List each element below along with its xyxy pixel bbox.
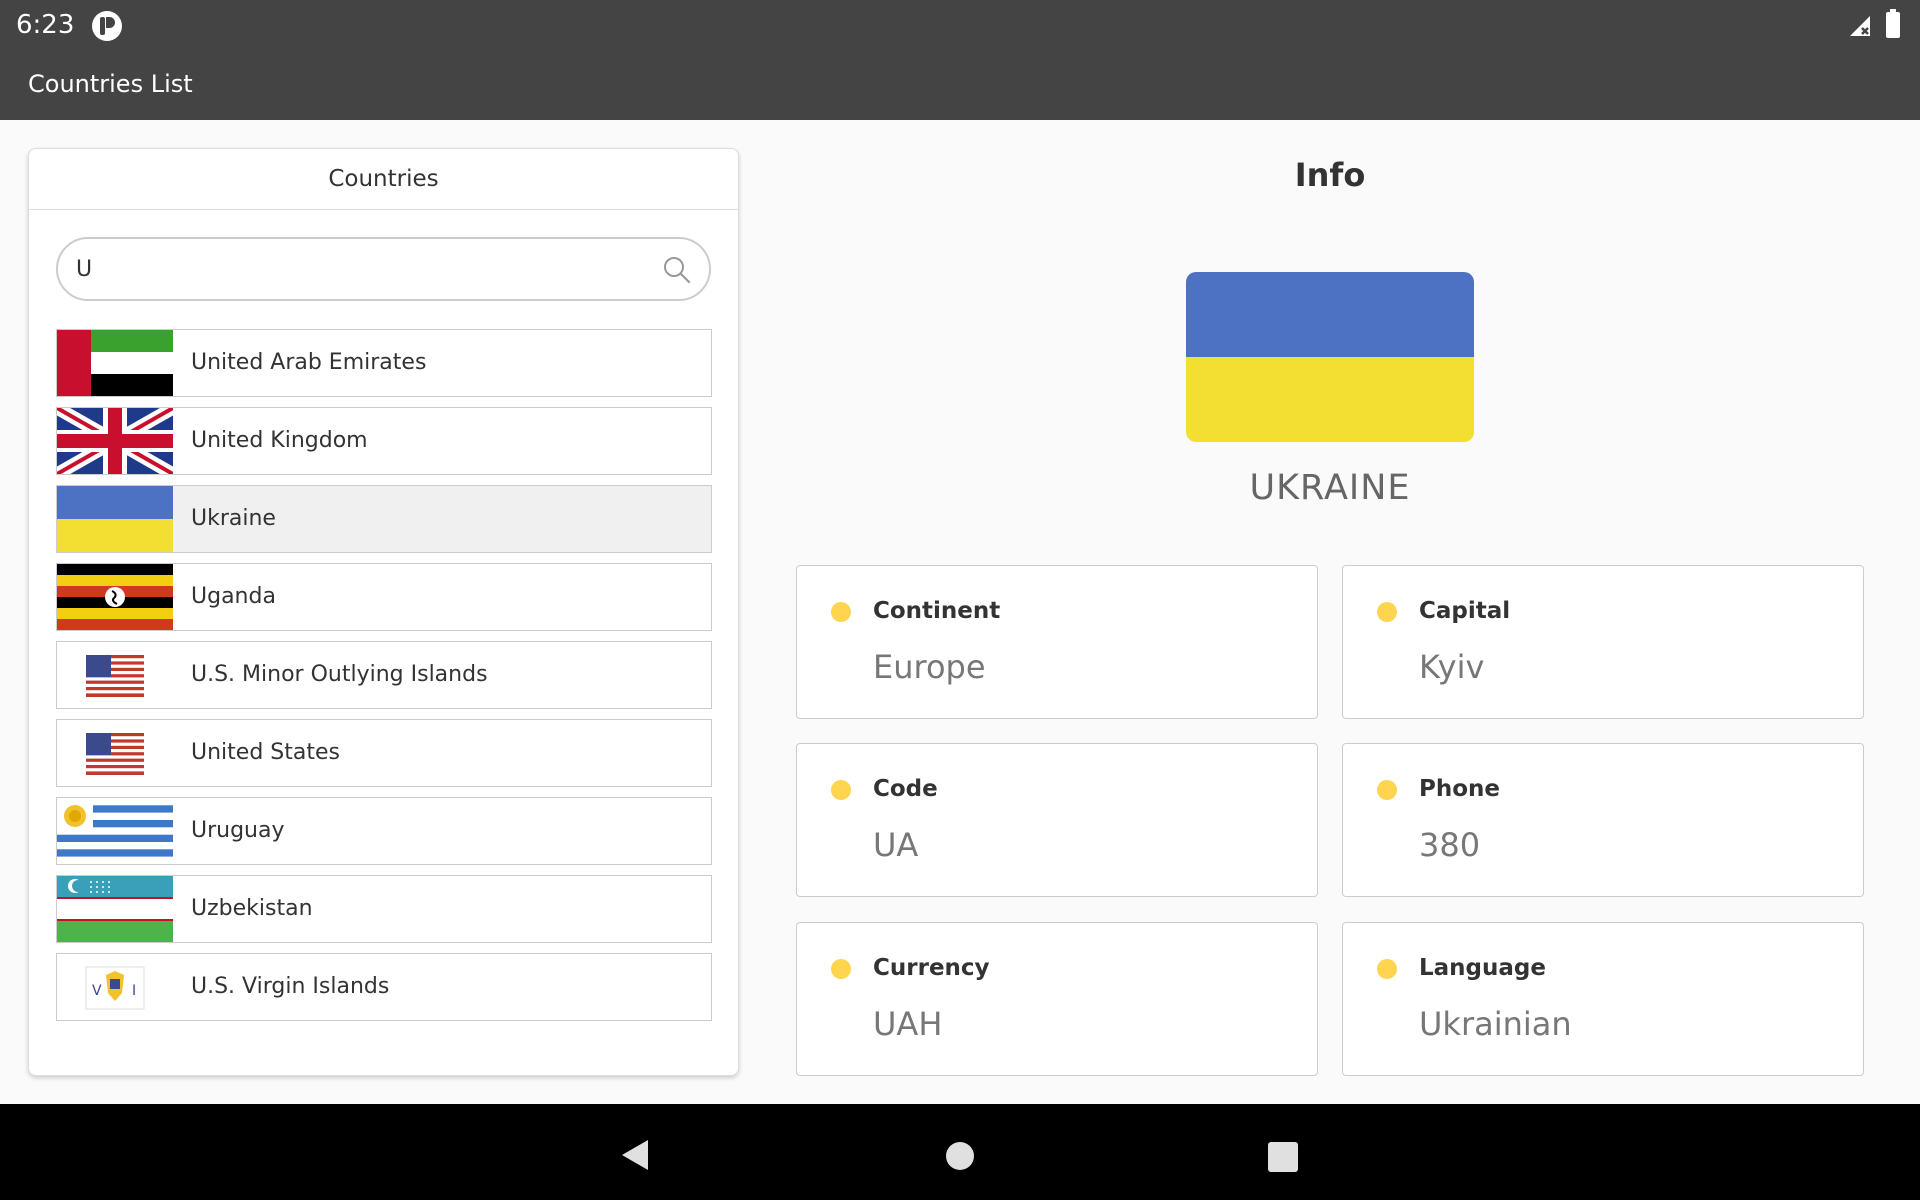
countries-header: Countries xyxy=(29,149,738,210)
search-icon[interactable] xyxy=(662,255,692,285)
card-label: Language xyxy=(1419,955,1546,981)
ukraine-flag-icon xyxy=(57,486,173,552)
app-title: Countries List xyxy=(28,70,193,98)
card-value: 380 xyxy=(1419,826,1481,864)
info-card-currency: Currency UAH xyxy=(796,922,1318,1076)
list-item-united-states[interactable]: United States xyxy=(56,719,712,787)
signal-icon xyxy=(1850,16,1870,36)
status-time: 6:23 xyxy=(16,10,75,40)
card-value: Kyiv xyxy=(1419,648,1485,686)
bullet-dot-icon xyxy=(1377,780,1397,800)
card-value: UA xyxy=(873,826,919,864)
uzbekistan-flag-icon xyxy=(57,876,173,942)
app-bar: Countries List xyxy=(0,50,1920,120)
country-name: Ukraine xyxy=(191,506,276,531)
countries-panel: Countries United Arab Emirates xyxy=(28,148,739,1076)
countries-list: United Arab Emirates United Kingdom Ukra… xyxy=(56,329,712,1031)
list-item-uruguay[interactable]: Uruguay xyxy=(56,797,712,865)
back-icon[interactable] xyxy=(620,1138,650,1172)
info-card-continent: Continent Europe xyxy=(796,565,1318,719)
info-card-code: Code UA xyxy=(796,743,1318,897)
flag-stripe-yellow xyxy=(1186,357,1474,442)
bullet-dot-icon xyxy=(831,602,851,622)
card-label: Code xyxy=(873,776,938,802)
uruguay-flag-icon xyxy=(57,798,173,864)
country-name: United Kingdom xyxy=(191,428,368,453)
bullet-dot-icon xyxy=(831,959,851,979)
flag-stripe-blue xyxy=(1186,272,1474,357)
navigation-bar xyxy=(0,1104,1920,1200)
info-card-capital: Capital Kyiv xyxy=(1342,565,1864,719)
uganda-flag-icon xyxy=(57,564,173,630)
card-label: Continent xyxy=(873,598,1001,624)
card-label: Capital xyxy=(1419,598,1511,624)
country-name: Uruguay xyxy=(191,818,285,843)
info-card-phone: Phone 380 xyxy=(1342,743,1864,897)
list-item-ukraine[interactable]: Ukraine xyxy=(56,485,712,553)
selected-country-name: UKRAINE xyxy=(1249,468,1411,508)
country-name: United Arab Emirates xyxy=(191,350,427,375)
country-name: U.S. Minor Outlying Islands xyxy=(191,662,488,687)
country-name: U.S. Virgin Islands xyxy=(191,974,390,999)
card-label: Currency xyxy=(873,955,990,981)
svg-text:I: I xyxy=(132,983,136,999)
us-flag-icon xyxy=(57,642,173,708)
list-item-united-arab-emirates[interactable]: United Arab Emirates xyxy=(56,329,712,397)
country-name: Uzbekistan xyxy=(191,896,313,921)
ukraine-flag-icon xyxy=(1186,272,1474,442)
card-value: Ukrainian xyxy=(1419,1005,1572,1043)
bullet-dot-icon xyxy=(831,780,851,800)
uk-flag-icon xyxy=(57,408,173,474)
search-box[interactable] xyxy=(56,237,711,301)
svg-text:V: V xyxy=(92,983,102,999)
bullet-dot-icon xyxy=(1377,959,1397,979)
card-value: Europe xyxy=(873,648,986,686)
country-name: Uganda xyxy=(191,584,276,609)
search-input[interactable] xyxy=(76,249,636,289)
usvi-flag-icon: V I xyxy=(57,954,173,1020)
list-item-united-kingdom[interactable]: United Kingdom xyxy=(56,407,712,475)
card-value: UAH xyxy=(873,1005,943,1043)
info-card-language: Language Ukrainian xyxy=(1342,922,1864,1076)
list-item-uganda[interactable]: Uganda xyxy=(56,563,712,631)
list-item-us-minor-outlying-islands[interactable]: U.S. Minor Outlying Islands xyxy=(56,641,712,709)
card-label: Phone xyxy=(1419,776,1501,802)
country-name: United States xyxy=(191,740,340,765)
list-item-uzbekistan[interactable]: Uzbekistan xyxy=(56,875,712,943)
home-icon[interactable] xyxy=(946,1142,974,1170)
app-notification-icon xyxy=(92,11,122,41)
recents-icon[interactable] xyxy=(1268,1142,1298,1172)
uae-flag-icon xyxy=(57,330,173,396)
status-bar: 6:23 xyxy=(0,0,1920,50)
us-flag-icon xyxy=(57,720,173,786)
bullet-dot-icon xyxy=(1377,602,1397,622)
info-title: Info xyxy=(1294,156,1366,194)
list-item-us-virgin-islands[interactable]: V I U.S. Virgin Islands xyxy=(56,953,712,1021)
battery-icon xyxy=(1886,9,1900,38)
